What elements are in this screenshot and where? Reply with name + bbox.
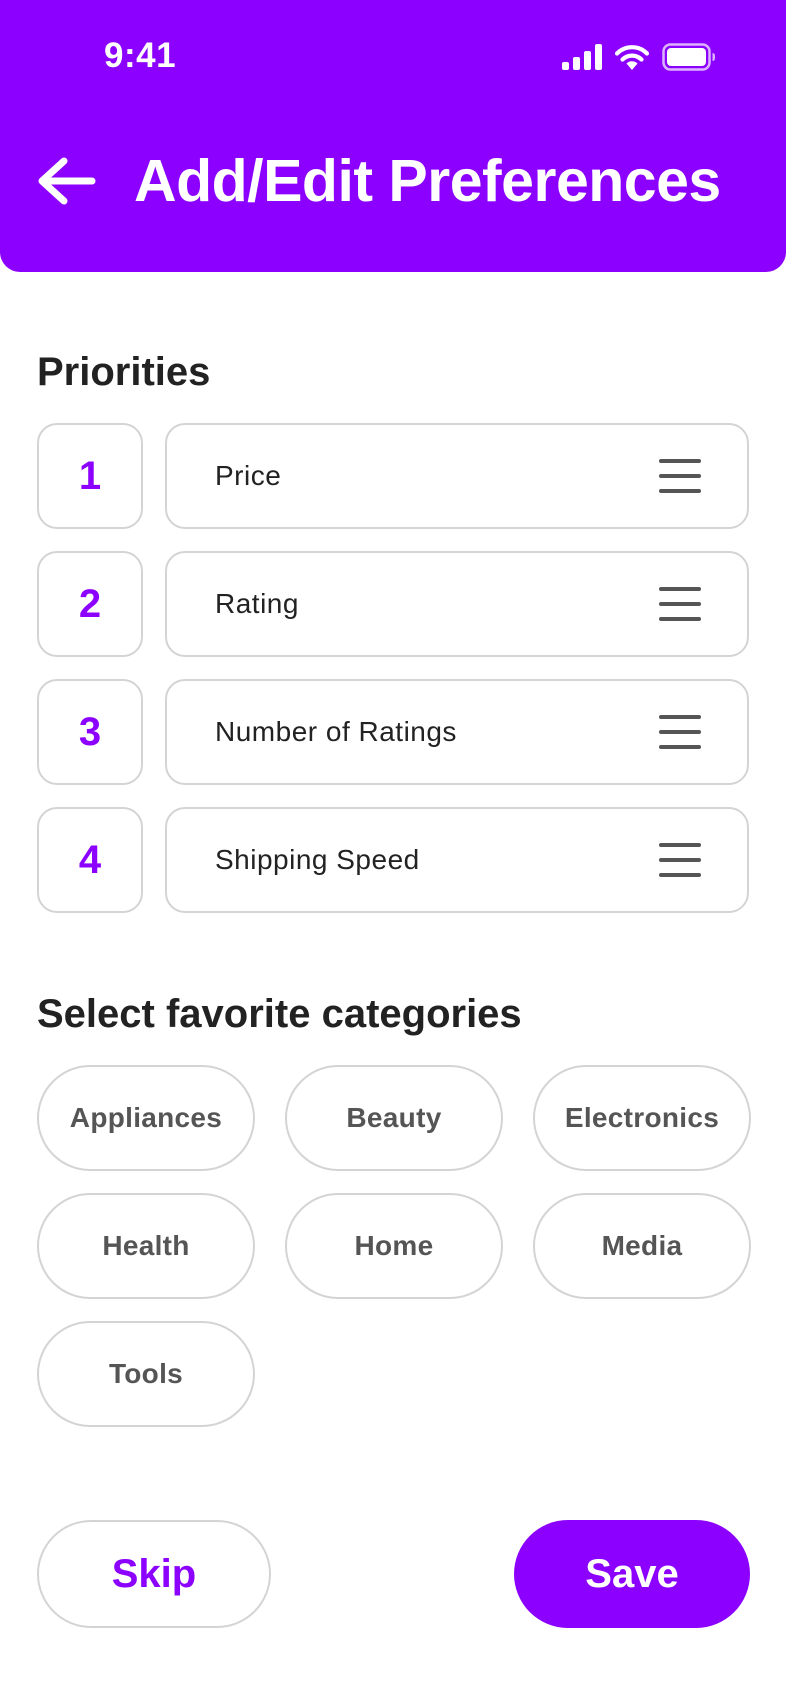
- category-chip-home[interactable]: Home: [285, 1193, 503, 1299]
- priority-label: Price: [215, 460, 282, 491]
- page-title: Add/Edit Preferences: [134, 148, 721, 214]
- drag-handle-icon[interactable]: [659, 843, 701, 877]
- category-chip-media[interactable]: Media: [533, 1193, 751, 1299]
- drag-handle-icon[interactable]: [659, 715, 701, 749]
- category-chip-appliances[interactable]: Appliances: [37, 1065, 255, 1171]
- priority-label: Rating: [215, 588, 299, 619]
- category-chip-health[interactable]: Health: [37, 1193, 255, 1299]
- priority-rank: 3: [37, 679, 143, 785]
- category-chip-tools[interactable]: Tools: [37, 1321, 255, 1427]
- priority-label: Shipping Speed: [215, 844, 420, 875]
- save-button[interactable]: Save: [514, 1520, 750, 1628]
- category-chip-electronics[interactable]: Electronics: [533, 1065, 751, 1171]
- arrow-left-icon: [36, 156, 96, 211]
- battery-icon: [662, 42, 716, 76]
- priority-item-price[interactable]: Price: [165, 423, 749, 529]
- priority-item-number-of-ratings[interactable]: Number of Ratings: [165, 679, 749, 785]
- wifi-icon: [614, 43, 650, 76]
- priority-item-shipping-speed[interactable]: Shipping Speed: [165, 807, 749, 913]
- priority-label: Number of Ratings: [215, 716, 457, 747]
- app-header: 9:41 Add/Edit Preferences: [0, 0, 786, 272]
- priority-rank: 1: [37, 423, 143, 529]
- priority-item-rating[interactable]: Rating: [165, 551, 749, 657]
- skip-button[interactable]: Skip: [37, 1520, 271, 1628]
- back-button[interactable]: [30, 150, 102, 216]
- priorities-heading: Priorities: [37, 350, 211, 394]
- cellular-signal-icon: [562, 43, 602, 75]
- preferences-screen: 9:41 Add/Edit Preferences Priorities 1 P…: [0, 0, 786, 1704]
- priority-rank: 2: [37, 551, 143, 657]
- status-icons: [562, 42, 716, 76]
- status-time: 9:41: [104, 36, 177, 75]
- drag-handle-icon[interactable]: [659, 587, 701, 621]
- categories-heading: Select favorite categories: [37, 992, 522, 1036]
- priority-rank: 4: [37, 807, 143, 913]
- category-chip-beauty[interactable]: Beauty: [285, 1065, 503, 1171]
- drag-handle-icon[interactable]: [659, 459, 701, 493]
